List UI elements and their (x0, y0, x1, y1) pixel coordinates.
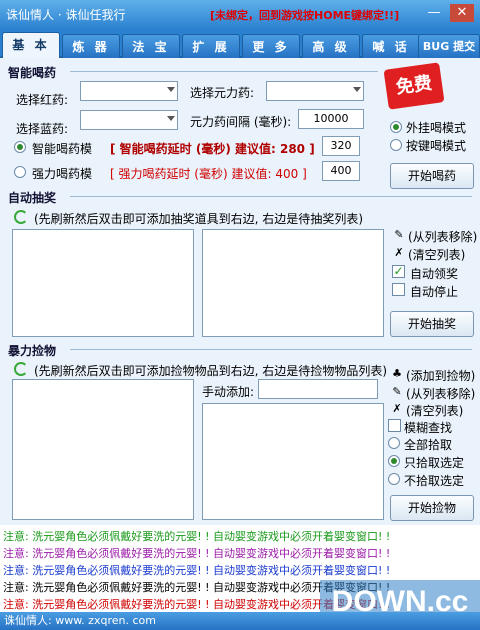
notice-line: 注意: 洗元婴角色必须佩戴好要洗的元婴! ! 自动婴变游戏中必须开着婴变窗口! … (3, 530, 391, 543)
auto-stop-checkbox[interactable] (392, 283, 405, 296)
pickup-add-link[interactable]: (添加到捡物) (406, 367, 475, 384)
tab-extend[interactable]: 扩 展 (182, 34, 240, 58)
key-mode-label: 按键喝模式 (406, 139, 467, 153)
window-title: 诛仙情人 · 诛仙任我行 (6, 8, 126, 22)
smart-delay-hint: [ 智能喝药延时 (毫秒) 建议值: 280 ] (110, 142, 315, 156)
refresh-icon[interactable] (14, 362, 28, 376)
force-delay-hint: [ 强力喝药延时 (毫秒) 建议值: 400 ] (110, 167, 307, 181)
pencil-icon: ✎ (394, 228, 404, 241)
tab-basic[interactable]: 基 本 (2, 32, 60, 58)
pick-unselected-radio[interactable] (388, 473, 400, 485)
smart-delay-input[interactable]: 320 (322, 136, 360, 156)
pick-selected-radio[interactable] (388, 455, 400, 467)
manual-add-label: 手动添加: (202, 385, 255, 399)
lottery-clear-link[interactable]: (清空列表) (408, 246, 465, 263)
force-delay-input[interactable]: 400 (322, 161, 360, 181)
tab-advanced[interactable]: 高 级 (302, 34, 360, 58)
add-icon: ♣ (392, 367, 402, 380)
lottery-queue-list[interactable] (202, 229, 384, 337)
refresh-icon[interactable] (14, 210, 28, 224)
potion-section-divider (70, 71, 378, 72)
smart-mode-label: 智能喝药模 (32, 142, 93, 156)
smart-mode-radio[interactable] (14, 141, 26, 153)
lottery-section-title: 自动抽奖 (8, 191, 57, 205)
pickup-section-divider (70, 349, 472, 350)
start-pickup-button[interactable]: 开始捡物 (390, 495, 474, 521)
lottery-remove-link[interactable]: (从列表移除) (408, 228, 477, 245)
start-lottery-button[interactable]: 开始抽奖 (390, 311, 474, 337)
tab-refine[interactable]: 炼 器 (62, 34, 120, 58)
blue-potion-select[interactable] (80, 110, 178, 130)
tab-magic-item[interactable]: 法 宝 (122, 34, 180, 58)
pickup-clear-link[interactable]: (清空列表) (406, 402, 463, 419)
lottery-section-divider (70, 196, 472, 197)
close-button[interactable]: ✕ (450, 4, 474, 22)
potion-section-title: 智能喝药 (8, 66, 57, 80)
notice-line: 注意: 洗元婴角色必须佩戴好要洗的元婴! ! 自动婴变游戏中必须开着婴变窗口! … (3, 547, 391, 560)
title-bar: 诛仙情人 · 诛仙任我行 [未绑定，回到游戏按HOME键绑定!!] — ✕ (0, 0, 480, 30)
lottery-instruction: (先刷新然后双击即可添加抽奖道具到右边, 右边是待抽奖列表) (34, 212, 363, 226)
tab-more[interactable]: 更 多 (242, 34, 300, 58)
status-bar: 诛仙情人: www. zxqren. com (0, 612, 480, 630)
force-mode-radio[interactable] (14, 166, 26, 178)
tab-strip: 基 本 炼 器 法 宝 扩 展 更 多 高 级 喊 话 BUG 提交 (0, 30, 480, 58)
mana-potion-select[interactable] (266, 81, 364, 101)
minimize-button[interactable]: — (424, 4, 444, 22)
pickup-instruction: (先刷新然后双击即可添加捡物物品到右边, 右边是待捡物物品列表) (34, 364, 387, 378)
chevron-down-icon (353, 87, 361, 92)
fuzzy-search-label: 模糊查找 (404, 421, 453, 435)
fuzzy-search-checkbox[interactable] (388, 419, 401, 432)
plugin-mode-label: 外挂喝模式 (406, 121, 467, 135)
pick-selected-label: 只拾取选定 (404, 456, 465, 470)
bind-warning: [未绑定，回到游戏按HOME键绑定!!] (210, 9, 400, 22)
plugin-mode-radio[interactable] (390, 121, 402, 133)
pick-all-label: 全部拾取 (404, 438, 453, 452)
clear-icon: ✗ (392, 402, 402, 415)
blue-potion-label: 选择蓝药: (16, 122, 69, 136)
red-potion-label: 选择红药: (16, 93, 69, 107)
mana-interval-label: 元力药间隔 (毫秒): (190, 115, 292, 129)
auto-claim-label: 自动领奖 (410, 267, 459, 281)
pick-all-radio[interactable] (388, 437, 400, 449)
free-badge: 免费 (383, 62, 445, 110)
lottery-source-list[interactable] (12, 229, 194, 337)
pickup-remove-link[interactable]: (从列表移除) (406, 385, 475, 402)
tab-bug-report[interactable]: BUG 提交 (418, 34, 480, 58)
pickup-section-title: 暴力捡物 (8, 344, 57, 358)
chevron-down-icon (167, 116, 175, 121)
red-potion-select[interactable] (80, 81, 178, 101)
auto-stop-label: 自动停止 (410, 285, 459, 299)
pick-unselected-label: 不拾取选定 (404, 474, 465, 488)
pickup-queue-list[interactable] (202, 403, 384, 520)
manual-add-input[interactable] (258, 379, 378, 399)
mana-interval-input[interactable]: 10000 (298, 109, 364, 129)
notice-line: 注意: 洗元婴角色必须佩戴好要洗的元婴! ! 自动婴变游戏中必须开着婴变窗口! … (3, 564, 391, 577)
start-potion-button[interactable]: 开始喝药 (390, 163, 474, 189)
mana-potion-label: 选择元力药: (190, 86, 255, 100)
pickup-source-list[interactable] (12, 379, 194, 520)
pencil-icon: ✎ (392, 385, 402, 398)
tab-shout[interactable]: 喊 话 (362, 34, 420, 58)
chevron-down-icon (167, 87, 175, 92)
force-mode-label: 强力喝药模 (32, 167, 93, 181)
clear-icon: ✗ (394, 246, 404, 259)
key-mode-radio[interactable] (390, 139, 402, 151)
auto-claim-checkbox[interactable]: ✓ (392, 265, 405, 278)
